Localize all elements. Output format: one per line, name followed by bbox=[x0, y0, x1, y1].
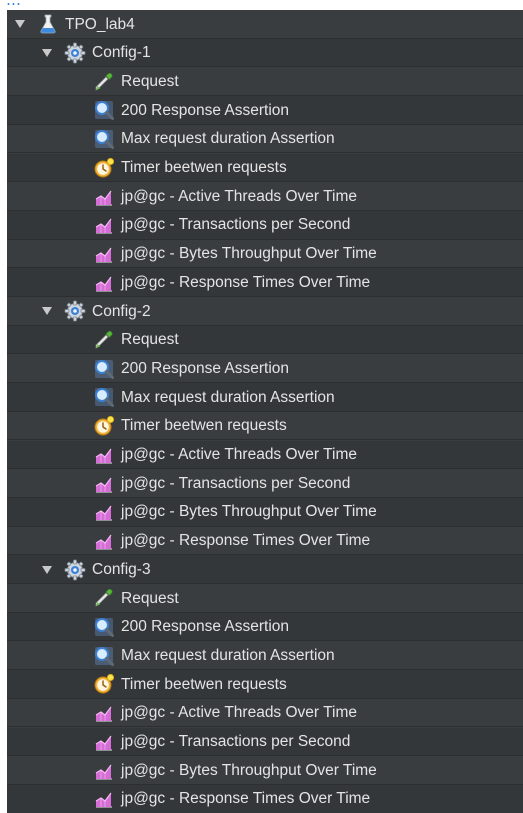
pipette-icon bbox=[93, 329, 115, 351]
page-header-fragment: … bbox=[0, 0, 523, 10]
tree-node-config-2-max-request-duration-assertion[interactable]: Max request duration Assertion bbox=[7, 383, 523, 412]
tree-node-config-1-jp-gc-active-threads-over-time[interactable]: jp@gc - Active Threads Over Time bbox=[7, 182, 523, 211]
tree-node-label: jp@gc - Transactions per Second bbox=[121, 733, 351, 751]
gear-icon bbox=[64, 559, 86, 581]
magnifier-icon bbox=[93, 128, 115, 150]
header-text-fragment: … bbox=[6, 0, 21, 9]
pipette-icon bbox=[93, 587, 115, 609]
gear-icon bbox=[64, 42, 86, 64]
tree-node-config-3-jp-gc-transactions-per-second[interactable]: jp@gc - Transactions per Second bbox=[7, 727, 523, 757]
tree-node-label: Timer beetwen requests bbox=[121, 675, 287, 693]
tree-node-config-1-jp-gc-response-times-over-time[interactable]: jp@gc - Response Times Over Time bbox=[7, 268, 523, 297]
tree-node-label: Request bbox=[121, 72, 179, 90]
tree-node-label: 200 Response Assertion bbox=[121, 101, 290, 119]
graph-listener-icon bbox=[93, 702, 115, 724]
tree-node-label: jp@gc - Bytes Throughput Over Time bbox=[121, 761, 377, 779]
tree-node-config-1-request[interactable]: Request bbox=[7, 67, 523, 96]
tree-node-config-3-timer-beetwen-requests[interactable]: Timer beetwen requests bbox=[7, 670, 523, 699]
expand-collapse-arrow-icon[interactable] bbox=[13, 17, 27, 31]
graph-listener-icon bbox=[93, 473, 115, 495]
tree-node-label: jp@gc - Response Times Over Time bbox=[121, 273, 371, 291]
magnifier-icon bbox=[93, 645, 115, 667]
tree-node-label: jp@gc - Bytes Throughput Over Time bbox=[121, 503, 377, 521]
tree-node-label: 200 Response Assertion bbox=[121, 359, 290, 377]
pipette-icon bbox=[93, 71, 115, 93]
tree-node-config-1-max-request-duration-assertion[interactable]: Max request duration Assertion bbox=[7, 125, 523, 154]
tree-node-config-3-jp-gc-active-threads-over-time[interactable]: jp@gc - Active Threads Over Time bbox=[7, 699, 523, 728]
graph-listener-icon bbox=[93, 731, 115, 753]
graph-listener-icon bbox=[93, 214, 115, 236]
magnifier-icon bbox=[93, 99, 115, 121]
tree-node-label: 200 Response Assertion bbox=[121, 618, 290, 636]
tree-node-config-2-jp-gc-response-times-over-time[interactable]: jp@gc - Response Times Over Time bbox=[7, 527, 523, 556]
tree-node-label: jp@gc - Bytes Throughput Over Time bbox=[121, 245, 377, 263]
tree-node-label: jp@gc - Response Times Over Time bbox=[121, 790, 371, 808]
tree-node-config-2-timer-beetwen-requests[interactable]: Timer beetwen requests bbox=[7, 412, 523, 441]
tree-node-label: jp@gc - Transactions per Second bbox=[121, 474, 351, 492]
graph-listener-icon bbox=[93, 788, 115, 810]
tree-node-config-2-jp-gc-transactions-per-second[interactable]: jp@gc - Transactions per Second bbox=[7, 469, 523, 498]
tree-node-label: Request bbox=[121, 589, 179, 607]
tree-node-label: jp@gc - Active Threads Over Time bbox=[121, 446, 357, 464]
tree-node-config-3-request[interactable]: Request bbox=[7, 584, 523, 613]
graph-listener-icon bbox=[93, 444, 115, 466]
graph-listener-icon bbox=[93, 501, 115, 523]
timer-icon bbox=[93, 673, 115, 695]
tree-node-config-1-jp-gc-bytes-throughput-over-time[interactable]: jp@gc - Bytes Throughput Over Time bbox=[7, 240, 523, 269]
tree-node-label: Max request duration Assertion bbox=[121, 388, 335, 406]
tree-node-label: Max request duration Assertion bbox=[121, 130, 335, 148]
graph-listener-icon bbox=[93, 272, 115, 294]
tree-node-label: TPO_lab4 bbox=[65, 15, 135, 33]
tree-node-label: Config-3 bbox=[92, 560, 151, 578]
tree-node-config-3[interactable]: Config-3 bbox=[7, 555, 523, 584]
tree-node-label: jp@gc - Active Threads Over Time bbox=[121, 187, 357, 205]
tree-node-config-1-200-response-assertion[interactable]: 200 Response Assertion bbox=[7, 96, 523, 125]
tree-node-label: jp@gc - Transactions per Second bbox=[121, 216, 351, 234]
tree-node-config-2[interactable]: Config-2 bbox=[7, 297, 523, 326]
expand-collapse-arrow-icon[interactable] bbox=[40, 563, 54, 577]
tree-node-label: jp@gc - Active Threads Over Time bbox=[121, 704, 357, 722]
tree-node-label: Request bbox=[121, 331, 179, 349]
gear-icon bbox=[64, 300, 86, 322]
magnifier-icon bbox=[93, 386, 115, 408]
tree-node-config-1[interactable]: Config-1 bbox=[7, 38, 523, 68]
graph-listener-icon bbox=[93, 760, 115, 782]
tree-node-label: Config-1 bbox=[92, 44, 151, 62]
tree-node-config-3-jp-gc-bytes-throughput-over-time[interactable]: jp@gc - Bytes Throughput Over Time bbox=[7, 756, 523, 785]
tree-node-config-2-request[interactable]: Request bbox=[7, 325, 523, 355]
tree-node-label: Max request duration Assertion bbox=[121, 646, 335, 664]
expand-collapse-arrow-icon[interactable] bbox=[40, 304, 54, 318]
tree-node-config-1-jp-gc-transactions-per-second[interactable]: jp@gc - Transactions per Second bbox=[7, 210, 523, 240]
tree-node-label: Timer beetwen requests bbox=[121, 159, 287, 177]
graph-listener-icon bbox=[93, 186, 115, 208]
tree-node-config-2-jp-gc-active-threads-over-time[interactable]: jp@gc - Active Threads Over Time bbox=[7, 440, 523, 470]
tree-node-config-3-jp-gc-response-times-over-time[interactable]: jp@gc - Response Times Over Time bbox=[7, 784, 523, 813]
tree-node-config-2-jp-gc-bytes-throughput-over-time[interactable]: jp@gc - Bytes Throughput Over Time bbox=[7, 497, 523, 527]
graph-listener-icon bbox=[93, 530, 115, 552]
test-plan-tree: TPO_lab4 Config-1 Request 200 Response Asse… bbox=[7, 10, 523, 813]
magnifier-icon bbox=[93, 616, 115, 638]
magnifier-icon bbox=[93, 358, 115, 380]
tree-node-config-2-200-response-assertion[interactable]: 200 Response Assertion bbox=[7, 354, 523, 383]
expand-collapse-arrow-icon[interactable] bbox=[40, 46, 54, 60]
tree-node-label: Config-2 bbox=[92, 302, 151, 320]
tree-node-label: jp@gc - Response Times Over Time bbox=[121, 532, 371, 550]
tree-node-root[interactable]: TPO_lab4 bbox=[7, 10, 523, 39]
tree-node-config-1-timer-beetwen-requests[interactable]: Timer beetwen requests bbox=[7, 153, 523, 183]
timer-icon bbox=[93, 415, 115, 437]
tree-node-config-3-max-request-duration-assertion[interactable]: Max request duration Assertion bbox=[7, 641, 523, 670]
flask-icon bbox=[37, 13, 59, 35]
tree-node-config-3-200-response-assertion[interactable]: 200 Response Assertion bbox=[7, 612, 523, 642]
tree-node-label: Timer beetwen requests bbox=[121, 417, 287, 435]
timer-icon bbox=[93, 157, 115, 179]
graph-listener-icon bbox=[93, 243, 115, 265]
